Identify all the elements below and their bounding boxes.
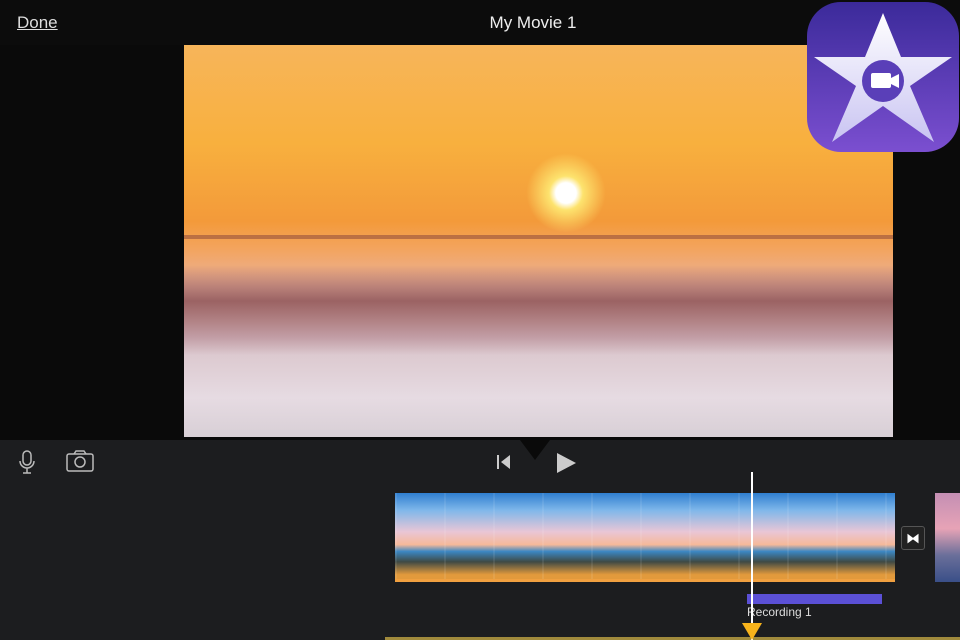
playhead-pointer bbox=[520, 440, 550, 460]
skip-to-start-icon[interactable] bbox=[496, 454, 512, 470]
playhead[interactable] bbox=[751, 472, 753, 640]
sun bbox=[526, 153, 606, 233]
imovie-app-icon bbox=[807, 2, 959, 152]
playhead-marker-icon[interactable] bbox=[742, 623, 762, 640]
next-clip[interactable] bbox=[935, 493, 960, 582]
audio-recording-clip[interactable] bbox=[747, 594, 882, 604]
done-button[interactable]: Done bbox=[17, 13, 58, 33]
horizon bbox=[184, 235, 893, 239]
play-icon[interactable] bbox=[555, 452, 577, 474]
microphone-icon[interactable] bbox=[18, 450, 36, 474]
video-preview[interactable] bbox=[184, 45, 893, 437]
recording-label: Recording 1 bbox=[747, 605, 812, 619]
camera-icon[interactable] bbox=[66, 450, 94, 472]
misty-trees bbox=[184, 265, 893, 355]
transition-button[interactable]: ⧓ bbox=[901, 526, 925, 550]
video-clip[interactable] bbox=[395, 493, 895, 582]
